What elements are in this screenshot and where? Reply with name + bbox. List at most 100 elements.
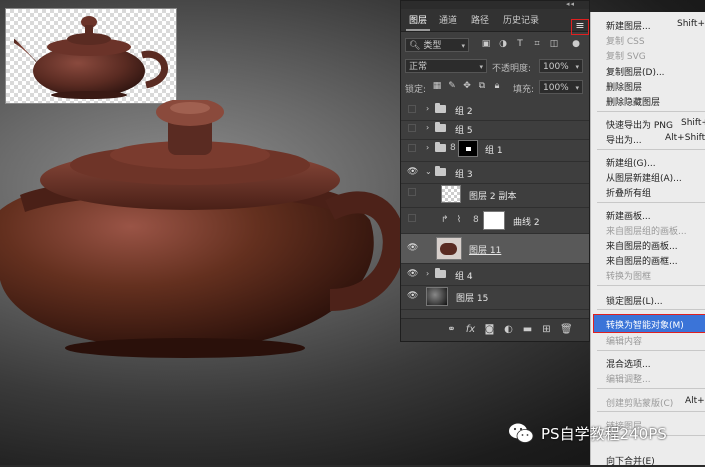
layer-row[interactable]: › 组 5 [401,118,589,140]
blend-row: 正常 ▾ 不透明度: 100% ▾ [401,56,589,76]
search-icon: 🔍︎ [409,41,421,51]
curves-icon: ⌇ [456,215,462,225]
new-layer-icon[interactable]: ⊞ [541,324,552,335]
menu-item-new-artboard[interactable]: 新建画板... [606,209,651,222]
menu-item-edit-adjustment[interactable]: 编辑调整... [606,372,651,385]
link-layers-icon[interactable]: ⚭ [446,324,457,335]
visibility-toggle[interactable] [408,105,416,113]
eye-icon[interactable]: 👁︎ [407,269,418,279]
lock-position-icon[interactable]: ✥ [462,81,472,91]
layer-name: 曲线 2 [513,218,540,228]
visibility-toggle[interactable] [408,124,416,132]
layer-row[interactable]: 👁︎ 图层 15 [401,284,589,310]
opacity-field[interactable]: 100% ▾ [539,59,583,73]
adjustment-filter-icon[interactable]: ◑ [498,39,508,49]
menu-item-group-from-layers[interactable]: 从图层新建组(A)... [606,171,682,184]
new-group-icon[interactable]: ▬ [522,324,533,335]
layer-name: 组 5 [455,126,473,136]
visibility-toggle[interactable] [408,188,416,196]
watermark-text: PS自学教程240PS [541,425,667,443]
chevron-right-icon[interactable]: › [426,104,429,113]
menu-item-export-as[interactable]: 导出为... [606,133,642,146]
menu-item-frame-from-layers[interactable]: 来自图层的画框... [606,254,678,267]
layer-row-selected[interactable]: 👁︎ 图层 11 [401,234,589,264]
filter-toggle-icon[interactable]: ● [571,39,581,49]
chevron-down-icon: ▾ [479,63,483,71]
chevron-down-icon: ▾ [461,42,465,50]
menu-item-convert-to-frame[interactable]: 转换为图框 [606,269,651,282]
trash-icon[interactable]: 🗑︎ [560,324,573,335]
chevron-down-icon: ▾ [575,63,579,71]
menu-item-new-group[interactable]: 新建组(G)... [606,156,656,169]
add-mask-icon[interactable]: ◙ [484,324,495,335]
link-icon: 8 [450,143,456,153]
folder-icon [435,122,446,132]
tab-history[interactable]: 历史记录 [503,13,539,26]
shape-filter-icon[interactable]: ⌗ [532,39,542,49]
chevron-right-icon[interactable]: › [426,143,429,152]
pixel-filter-icon[interactable]: ▣ [481,39,491,49]
menu-item-quick-export[interactable]: 快速导出为 PNG [606,118,673,131]
chevron-right-icon[interactable]: › [426,123,429,132]
menu-item-delete-hidden[interactable]: 删除隐藏图层 [606,95,660,108]
chevron-down-icon[interactable]: ⌄ [425,167,432,176]
layer-name: 组 3 [455,170,473,180]
visibility-toggle[interactable] [408,214,416,222]
visibility-toggle[interactable] [408,144,416,152]
lock-label: 锁定: [405,85,427,95]
layer-row[interactable]: ↱ ⌇ 8 曲线 2 [401,208,589,234]
menu-item-edit-contents[interactable]: 编辑内容 [606,334,642,347]
menu-item-duplicate-layer[interactable]: 复制图层(D)... [606,65,665,78]
fill-field[interactable]: 100% ▾ [539,80,583,94]
layer-row[interactable]: 👁︎ › 组 4 [401,264,589,286]
menu-item-copy-css[interactable]: 复制 CSS [606,34,645,47]
panel-menu-button[interactable]: ≡ [571,19,589,35]
menu-item-copy-svg[interactable]: 复制 SVG [606,49,646,62]
menu-item-artboard-from-group[interactable]: 来自图层组的画板... [606,224,687,237]
tab-paths[interactable]: 路径 [471,13,489,26]
menu-item-merge-down[interactable]: 向下合并(E) [606,454,655,467]
layer-row[interactable]: 👁︎ ⌄ 组 3 [401,162,589,184]
adjustment-layer-icon[interactable]: ◐ [503,324,514,335]
menu-item-convert-smart-object[interactable]: 转换为智能对象(M) [606,318,684,331]
menu-separator [597,111,705,112]
menu-item-collapse-groups[interactable]: 折叠所有组 [606,186,651,199]
eye-icon[interactable]: 👁︎ [407,291,418,301]
reference-thumbnail [5,8,177,104]
smart-object-filter-icon[interactable]: ◫ [549,39,559,49]
folder-icon [435,268,446,278]
layer-name: 组 1 [485,146,503,156]
layers-bottom-toolbar: ⚭ fx ◙ ◐ ▬ ⊞ 🗑︎ [401,318,589,341]
menu-shortcut: Shift+ [681,118,705,128]
menu-item-artboard-from-layers[interactable]: 来自图层的画板... [606,239,678,252]
menu-item-new-layer[interactable]: 新建图层... [606,19,651,32]
chevron-right-icon[interactable]: › [426,269,429,278]
filter-type-select[interactable]: 🔍︎ 类型 ▾ [405,38,469,52]
menu-item-create-clipping-mask[interactable]: 创建剪贴蒙版(C) [606,396,673,409]
blend-mode-select[interactable]: 正常 ▾ [405,59,487,73]
layer-row[interactable]: › 8 组 1 [401,138,589,162]
fx-icon[interactable]: fx [465,324,476,335]
collapse-arrows-icon[interactable]: ◂◂ [566,0,575,8]
type-filter-icon[interactable]: T [515,39,525,49]
lock-transparent-icon[interactable]: ▦ [432,81,442,91]
folder-open-icon [435,166,446,176]
lock-artboard-icon[interactable]: ⧉ [477,81,487,91]
eye-icon[interactable]: 👁︎ [407,243,418,253]
folder-icon [435,142,446,152]
tab-channels[interactable]: 通道 [439,13,457,26]
tab-layers[interactable]: 图层 [405,13,431,31]
menu-separator [597,411,705,412]
menu-item-delete-layer[interactable]: 删除图层 [606,80,642,93]
menu-separator [597,388,705,389]
layers-panel: ◂◂ 图层 通道 路径 历史记录 ≡ 🔍︎ 类型 ▾ ▣ ◑ T ⌗ ◫ ● 正… [400,0,590,342]
lock-brush-icon[interactable]: ✎ [447,81,457,91]
menu-item-lock-layers[interactable]: 锁定图层(L)... [606,294,663,307]
layers-panel-flyout-menu: 新建图层... Shift+ 复制 CSS 复制 SVG 复制图层(D)... … [590,12,705,467]
menu-item-blending-options[interactable]: 混合选项... [606,357,651,370]
layer-mask-thumbnail [458,140,478,157]
eye-icon[interactable]: 👁︎ [407,167,418,177]
layer-row[interactable]: 图层 2 副本 [401,182,589,208]
menu-shortcut: Shift+ [677,19,705,29]
lock-all-icon[interactable]: 🔒︎ [492,81,502,91]
